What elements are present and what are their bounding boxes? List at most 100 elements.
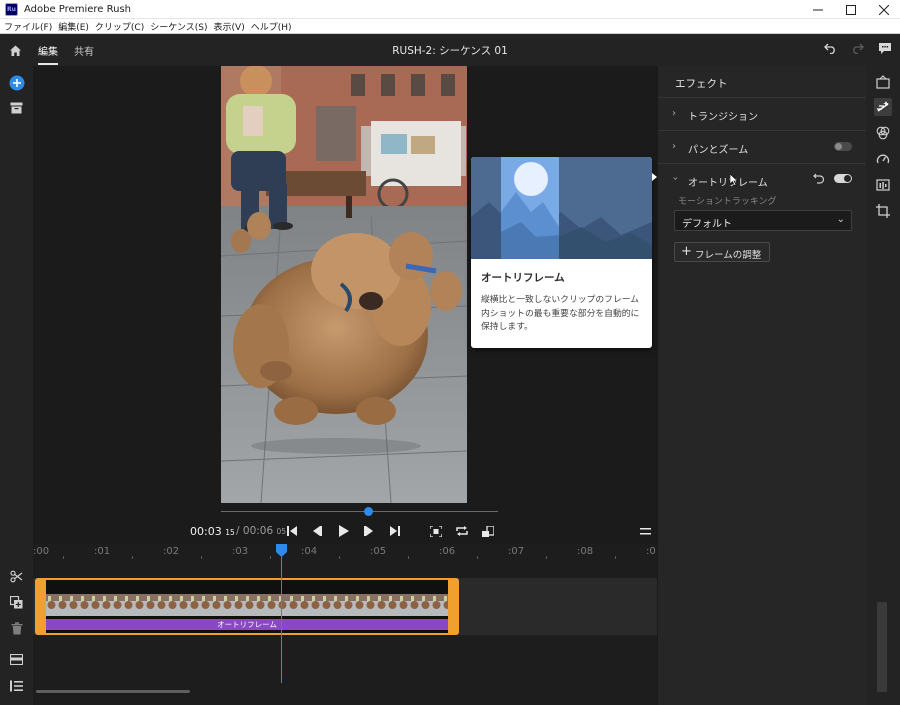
left-toolbar [0, 66, 33, 705]
titles-icon[interactable] [874, 73, 892, 91]
ruler-tick [339, 556, 340, 559]
ruler-label-7: :07 [508, 546, 525, 557]
premiere-rush-logo: Ru [5, 2, 18, 16]
clip-effect-bar[interactable]: オートリフレーム [46, 619, 448, 630]
collapse-timeline-icon[interactable] [637, 523, 653, 539]
feedback-icon[interactable] [878, 42, 892, 58]
right-icon-rail [866, 66, 900, 705]
play-icon[interactable] [335, 523, 351, 539]
playhead-handle[interactable] [276, 544, 287, 558]
pan-zoom-toggle[interactable] [834, 142, 852, 151]
motion-tracking-label: モーショントラッキング [678, 197, 777, 207]
effects-panel: エフェクト › トランジション › パンとズーム › オートリフレーム モーショ… [657, 66, 867, 705]
time-ruler[interactable]: :00 :01 :02 :03 :04 :05 :06 :07 :08 :0 [33, 544, 657, 562]
duration-time-value: 00:06 [242, 525, 274, 537]
clip-body: オートリフレーム [46, 580, 448, 633]
step-back-icon[interactable] [309, 523, 325, 539]
close-icon[interactable] [867, 0, 900, 19]
track-list-icon[interactable] [8, 677, 25, 694]
redo-icon[interactable] [851, 43, 864, 57]
ruler-tick [408, 556, 409, 559]
adjust-frame-button[interactable]: + フレームの調整 [674, 242, 770, 262]
menu-sequence[interactable]: シーケンス(S) [150, 20, 207, 33]
aspect-ratio-icon[interactable] [480, 523, 496, 539]
window-title: Adobe Premiere Rush [24, 3, 131, 15]
ruler-label-1: :01 [94, 546, 111, 557]
maximize-icon[interactable] [834, 0, 867, 19]
section-autoreframe-label[interactable]: オートリフレーム [688, 174, 768, 189]
autoreframe-illustration [471, 157, 652, 259]
undo-icon[interactable] [824, 43, 837, 57]
tab-share[interactable]: 共有 [66, 34, 102, 66]
ruler-label-9: :0 [646, 546, 656, 557]
menu-help[interactable]: ヘルプ(H) [251, 20, 292, 33]
video-preview-frame[interactable] [221, 66, 467, 503]
step-forward-icon[interactable] [361, 523, 377, 539]
menu-view[interactable]: 表示(V) [214, 20, 245, 33]
tab-edit[interactable]: 編集 [30, 34, 66, 66]
section-transitions[interactable]: › トランジション [658, 97, 867, 130]
track-settings-icon[interactable] [8, 651, 25, 668]
reset-icon[interactable] [813, 173, 825, 187]
ruler-tick [63, 556, 64, 559]
panel-title: エフェクト [675, 78, 728, 90]
plus-icon: + [681, 244, 692, 259]
fit-frame-icon[interactable] [428, 523, 444, 539]
speed-icon[interactable] [874, 150, 892, 168]
color-icon[interactable] [874, 124, 892, 142]
add-media-icon[interactable] [8, 74, 25, 91]
scrub-bar[interactable] [221, 511, 498, 512]
current-frame-value: 15 [225, 528, 235, 537]
mouse-cursor-icon [729, 173, 739, 189]
ruler-tick [270, 556, 271, 559]
ruler-tick [201, 556, 202, 559]
scrub-handle[interactable] [364, 507, 373, 516]
scissors-icon[interactable] [8, 568, 25, 585]
toggle-knob [835, 143, 842, 150]
current-time-value: 00:03 [190, 525, 222, 538]
timeline-panel: :00 :01 :02 :03 :04 :05 :06 :07 :08 :0 オ… [33, 544, 657, 705]
menu-bar: ファイル(F) 編集(E) クリップ(C) シーケンス(S) 表示(V) ヘルプ… [0, 19, 900, 34]
transport-controls: 00:03 15 / 00:06 05 [33, 521, 657, 541]
ruler-label-4: :04 [301, 546, 318, 557]
chevron-down-icon[interactable]: › [670, 177, 681, 181]
home-icon[interactable] [0, 34, 30, 66]
ruler-tick [546, 556, 547, 559]
media-bin-icon[interactable] [8, 99, 25, 116]
adjust-frame-label: フレームの調整 [695, 250, 762, 261]
duplicate-icon[interactable] [8, 594, 25, 611]
current-timecode: 00:03 15 [190, 525, 235, 538]
section-pan-zoom[interactable]: › パンとズーム [658, 130, 867, 163]
menu-file[interactable]: ファイル(F) [4, 20, 52, 33]
effects-icon[interactable] [874, 98, 892, 116]
menu-clip[interactable]: クリップ(C) [95, 20, 144, 33]
ruler-label-2: :02 [163, 546, 180, 557]
clip-thumbnails [46, 594, 448, 616]
playhead-line [281, 552, 282, 683]
menu-edit[interactable]: 編集(E) [58, 20, 89, 33]
chevron-right-icon: › [672, 108, 676, 119]
ruler-label-6: :06 [439, 546, 456, 557]
panel-scrollbar[interactable] [877, 602, 887, 692]
ruler-tick [615, 556, 616, 559]
go-to-start-icon[interactable] [284, 523, 300, 539]
crop-transform-icon[interactable] [874, 202, 892, 220]
ruler-label-8: :08 [577, 546, 594, 557]
trash-icon[interactable] [8, 620, 25, 637]
video-clip[interactable]: オートリフレーム [35, 578, 459, 635]
app-header: 編集 共有 RUSH-2: シーケンス 01 [0, 34, 900, 66]
ruler-label-0: :00 [33, 546, 50, 557]
loop-icon[interactable] [454, 523, 470, 539]
toggle-knob [844, 175, 851, 182]
section-pan-zoom-label: パンとズーム [688, 145, 749, 156]
ruler-tick [477, 556, 478, 559]
autoreframe-toggle[interactable] [834, 174, 852, 183]
timeline-horizontal-scrollbar[interactable] [36, 690, 190, 693]
motion-tracking-dropdown[interactable]: デフォルト ⌄ [674, 210, 852, 231]
audio-icon[interactable] [874, 176, 892, 194]
autoreframe-tooltip: オートリフレーム 縦横比と一致しないクリップのフレーム内ショットの最も重要な部分… [471, 157, 652, 348]
minimize-icon[interactable] [801, 0, 834, 19]
chevron-down-icon: ⌄ [836, 214, 845, 225]
ruler-tick [132, 556, 133, 559]
go-to-end-icon[interactable] [387, 523, 403, 539]
